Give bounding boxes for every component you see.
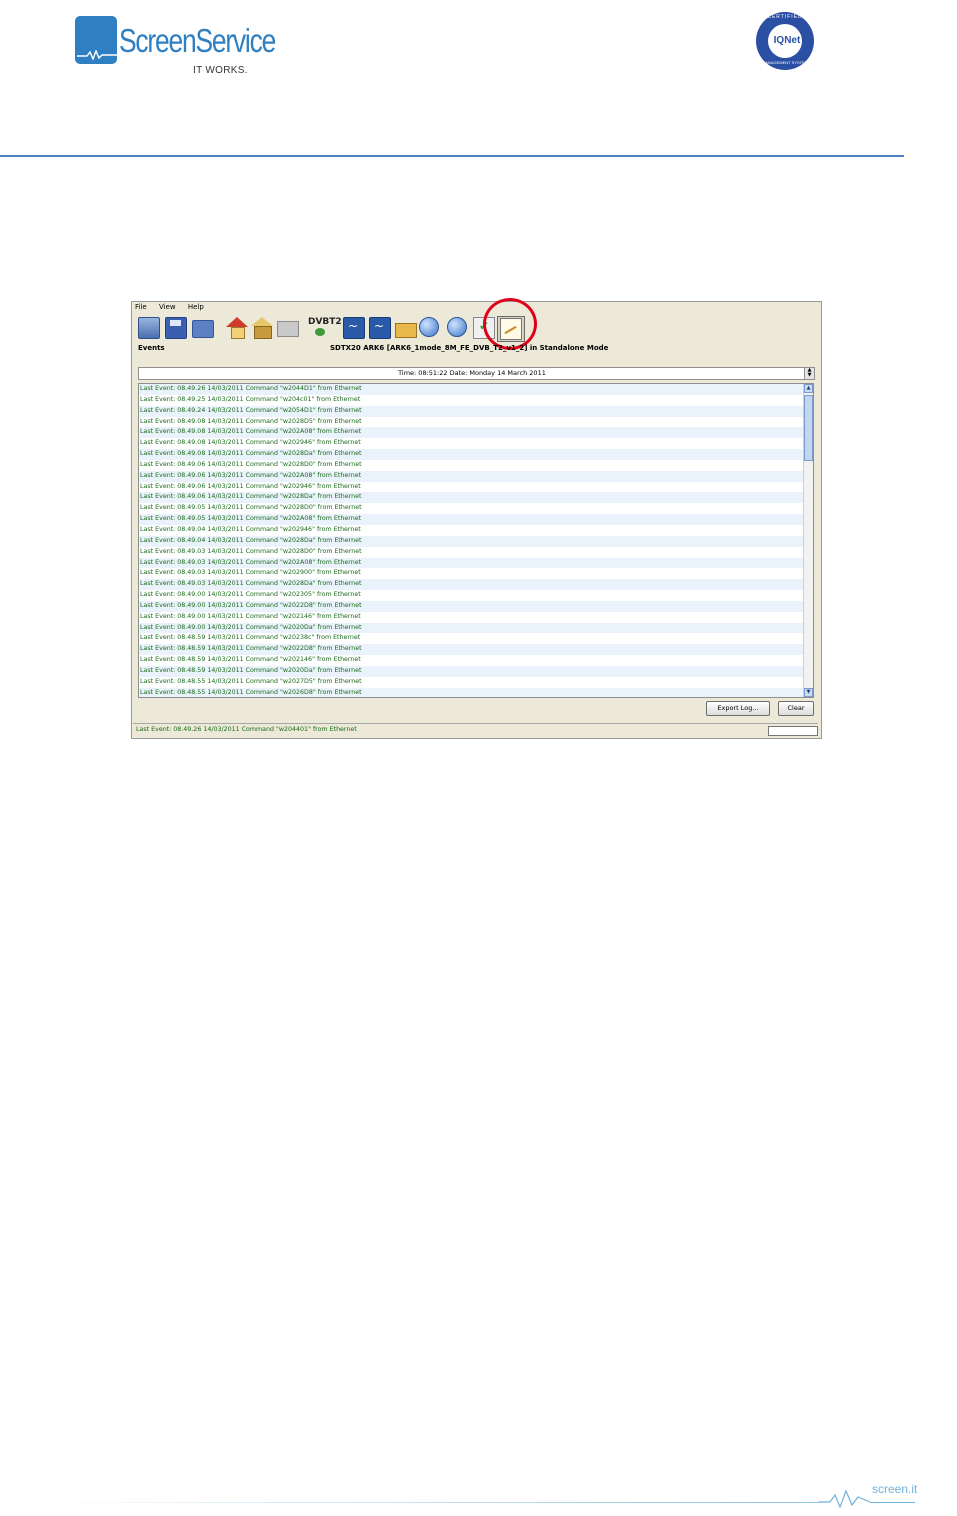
log-row[interactable]: Last Event: 08.49.05 14/03/2011 Command …: [139, 514, 803, 525]
log-row[interactable]: Last Event: 08.49.00 14/03/2011 Command …: [139, 622, 803, 634]
log-row[interactable]: Last Event: 08.49.06 14/03/2011 Command …: [139, 470, 803, 482]
status-bar: Last Event: 08.49.26 14/03/2011 Command …: [133, 723, 818, 735]
menu-view[interactable]: View: [159, 303, 176, 311]
internet-icon[interactable]: [447, 317, 467, 337]
menu-file[interactable]: File: [135, 303, 147, 311]
log-row[interactable]: Last Event: 08.49.03 14/03/2011 Command …: [139, 547, 803, 558]
log-rows: Last Event: 08.49.26 14/03/2011 Command …: [139, 384, 803, 697]
scope-icon[interactable]: [343, 317, 365, 339]
cert-top-text: CERTIFIED: [767, 14, 803, 20]
log-row[interactable]: Last Event: 08.49.04 14/03/2011 Command …: [139, 525, 803, 536]
dvbt2-label: DVBT2: [308, 317, 342, 327]
screenservice-logo: ScreenService IT WORKS.: [75, 16, 276, 76]
package-icon[interactable]: [395, 323, 417, 338]
log-row[interactable]: Last Event: 08.49.08 14/03/2011 Command …: [139, 427, 803, 439]
log-row[interactable]: Last Event: 08.49.25 14/03/2011 Command …: [139, 395, 803, 406]
log-row[interactable]: Last Event: 08.48.59 14/03/2011 Command …: [139, 655, 803, 666]
log-row[interactable]: Last Event: 08.49.03 14/03/2011 Command …: [139, 557, 803, 569]
device-title: SDTX20 ARK6 [ARK6_1mode_8M_FE_DVB_T2_v1_…: [330, 344, 609, 352]
footer-line: [36, 1502, 818, 1503]
cert-bottom-text: MANAGEMENT SYSTEM: [761, 60, 809, 65]
clear-button[interactable]: Clear: [778, 701, 814, 716]
log-row[interactable]: Last Event: 08.48.55 14/03/2011 Command …: [139, 687, 803, 697]
header-divider: [0, 155, 904, 157]
log-row[interactable]: Last Event: 08.49.00 14/03/2011 Command …: [139, 590, 803, 601]
log-row[interactable]: Last Event: 08.49.03 14/03/2011 Command …: [139, 568, 803, 579]
logo-brand-text: ScreenService: [119, 22, 276, 59]
log-row[interactable]: Last Event: 08.49.08 14/03/2011 Command …: [139, 449, 803, 460]
highlight-circle: [483, 298, 537, 350]
log-row[interactable]: Last Event: 08.49.06 14/03/2011 Command …: [139, 492, 803, 504]
section-label: Events: [138, 344, 165, 352]
scroll-thumb[interactable]: [804, 395, 813, 461]
logo-tagline: IT WORKS.: [193, 65, 248, 76]
footer-line-right: [870, 1502, 915, 1503]
scroll-down-icon[interactable]: ▼: [804, 688, 813, 697]
log-row[interactable]: Last Event: 08.48.59 14/03/2011 Command …: [139, 644, 803, 656]
time-spinner[interactable]: ▲ ▼: [804, 367, 815, 380]
folder-icon[interactable]: [192, 320, 214, 338]
scope-icon-2[interactable]: [369, 317, 391, 339]
footer-site: screen.it: [872, 1482, 918, 1496]
log-row[interactable]: Last Event: 08.49.26 14/03/2011 Command …: [139, 384, 803, 395]
save-icon[interactable]: [165, 317, 187, 339]
log-row[interactable]: Last Event: 08.49.00 14/03/2011 Command …: [139, 600, 803, 612]
scroll-up-icon[interactable]: ▲: [804, 384, 813, 393]
logo-wave-icon: [77, 50, 117, 60]
log-row[interactable]: Last Event: 08.49.03 14/03/2011 Command …: [139, 579, 803, 591]
log-row[interactable]: Last Event: 08.49.08 14/03/2011 Command …: [139, 417, 803, 428]
log-row[interactable]: Last Event: 08.49.00 14/03/2011 Command …: [139, 612, 803, 623]
log-row[interactable]: Last Event: 08.49.24 14/03/2011 Command …: [139, 405, 803, 417]
event-log-list[interactable]: Last Event: 08.49.26 14/03/2011 Command …: [138, 383, 814, 698]
footer-wave-icon: [818, 1489, 870, 1509]
menu-help[interactable]: Help: [188, 303, 204, 311]
cert-name: IQNet: [773, 35, 801, 46]
log-row[interactable]: Last Event: 08.49.04 14/03/2011 Command …: [139, 535, 803, 547]
export-log-button[interactable]: Export Log...: [706, 701, 770, 716]
log-row[interactable]: Last Event: 08.49.06 14/03/2011 Command …: [139, 460, 803, 471]
home-icon[interactable]: [226, 317, 248, 339]
status-progress-field: [768, 726, 818, 736]
box-icon[interactable]: [251, 317, 273, 339]
grid-icon[interactable]: [277, 321, 299, 337]
log-row[interactable]: Last Event: 08.49.05 14/03/2011 Command …: [139, 503, 803, 514]
globe-network-icon[interactable]: [419, 317, 439, 337]
log-row[interactable]: Last Event: 08.48.55 14/03/2011 Command …: [139, 677, 803, 688]
time-date-field: Time: 08:51:22 Date: Monday 14 March 201…: [138, 367, 806, 380]
dvbt2-icon[interactable]: DVBT2: [308, 317, 342, 337]
iqnet-certification-badge: CERTIFIED IQNet MANAGEMENT SYSTEM: [756, 12, 814, 70]
menu-bar: File View Help: [135, 303, 214, 315]
network-monitor-icon[interactable]: [138, 317, 160, 339]
log-row[interactable]: Last Event: 08.48.59 14/03/2011 Command …: [139, 633, 803, 644]
log-row[interactable]: Last Event: 08.48.59 14/03/2011 Command …: [139, 665, 803, 677]
log-row[interactable]: Last Event: 08.49.08 14/03/2011 Command …: [139, 438, 803, 449]
app-window: File View Help DVBT2 Events SDTX20 ARK6 …: [131, 298, 822, 739]
log-scrollbar[interactable]: ▲ ▼: [803, 384, 813, 697]
log-row[interactable]: Last Event: 08.49.06 14/03/2011 Command …: [139, 482, 803, 493]
